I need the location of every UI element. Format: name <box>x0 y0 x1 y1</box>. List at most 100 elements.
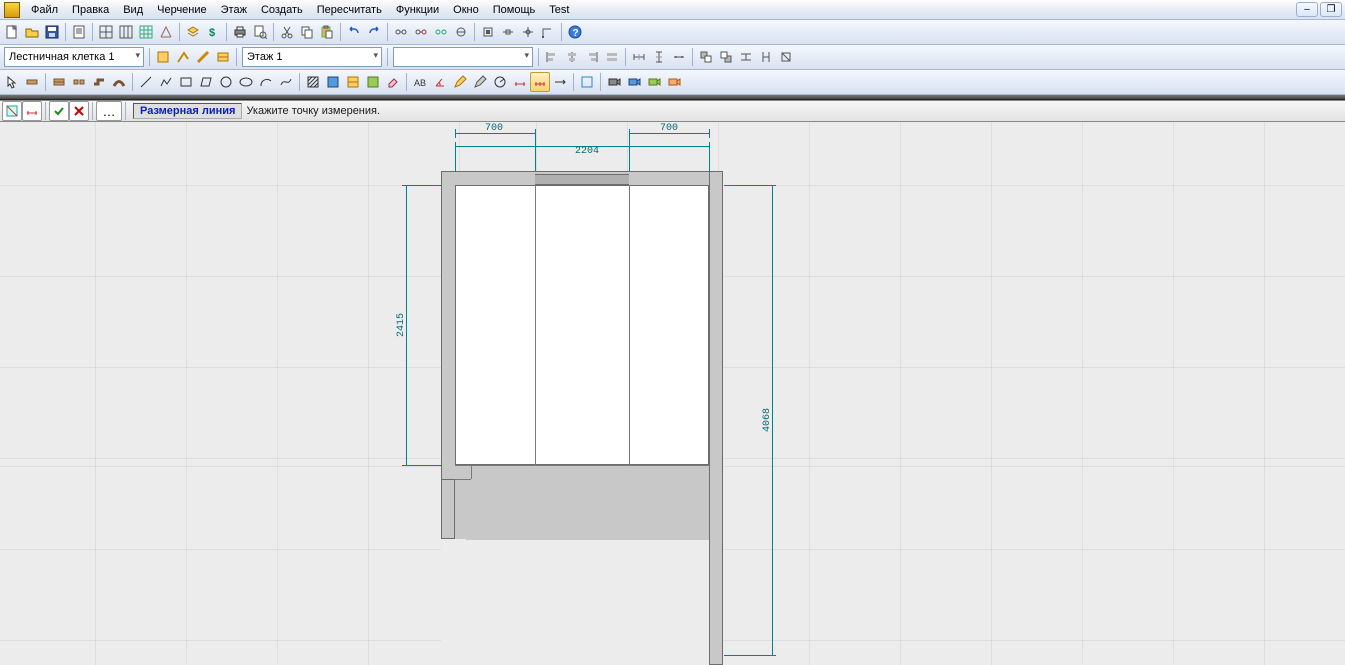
empty-combo[interactable] <box>393 47 533 67</box>
snap-d-icon[interactable] <box>538 22 558 42</box>
snap-c-icon[interactable] <box>518 22 538 42</box>
wall-tool-d-icon[interactable] <box>89 72 109 92</box>
hint-opt-b-icon[interactable] <box>22 101 42 121</box>
dim-tool-c-icon[interactable] <box>550 72 570 92</box>
help-icon[interactable]: ? <box>565 22 585 42</box>
arrange-d-icon[interactable] <box>756 47 776 67</box>
para-tool-icon[interactable] <box>196 72 216 92</box>
hint-confirm-icon[interactable] <box>49 101 69 121</box>
redo-icon[interactable] <box>364 22 384 42</box>
hatch-tool-icon[interactable] <box>303 72 323 92</box>
dim-tool-a-icon[interactable] <box>510 72 530 92</box>
menu-draw[interactable]: Черчение <box>150 0 214 19</box>
circle-dim-icon[interactable] <box>490 72 510 92</box>
link-b-icon[interactable] <box>411 22 431 42</box>
grid-a-icon[interactable] <box>96 22 116 42</box>
spline-tool-icon[interactable] <box>276 72 296 92</box>
copy-icon[interactable] <box>297 22 317 42</box>
dist-b-icon[interactable] <box>649 47 669 67</box>
ellipse-tool-icon[interactable] <box>236 72 256 92</box>
arrange-c-icon[interactable] <box>736 47 756 67</box>
cut-icon[interactable] <box>277 22 297 42</box>
grid-c-icon[interactable] <box>136 22 156 42</box>
layer-opt-b-icon[interactable] <box>173 47 193 67</box>
layer-opt-c-icon[interactable] <box>193 47 213 67</box>
menu-help[interactable]: Помощь <box>486 0 543 19</box>
grid-b-icon[interactable] <box>116 22 136 42</box>
arrange-b-icon[interactable] <box>716 47 736 67</box>
menu-file[interactable]: Файл <box>24 0 65 19</box>
menu-test[interactable]: Test <box>542 0 576 19</box>
print-icon[interactable] <box>230 22 250 42</box>
arrange-e-icon[interactable] <box>776 47 796 67</box>
align-center-icon[interactable] <box>562 47 582 67</box>
circle-tool-icon[interactable] <box>216 72 236 92</box>
link-d-icon[interactable] <box>451 22 471 42</box>
new-file-icon[interactable] <box>2 22 22 42</box>
camera-b-icon[interactable] <box>624 72 644 92</box>
menu-floor[interactable]: Этаж <box>214 0 254 19</box>
menu-create[interactable]: Создать <box>254 0 310 19</box>
menu-window[interactable]: Окно <box>446 0 486 19</box>
menu-recalc[interactable]: Пересчитать <box>310 0 389 19</box>
arrange-a-icon[interactable] <box>696 47 716 67</box>
layer-opt-a-icon[interactable] <box>153 47 173 67</box>
camera-d-icon[interactable] <box>664 72 684 92</box>
money-icon[interactable]: $ <box>203 22 223 42</box>
wall-tool-c-icon[interactable] <box>69 72 89 92</box>
angle-tool-icon[interactable] <box>430 72 450 92</box>
layer-opt-d-icon[interactable] <box>213 47 233 67</box>
undo-icon[interactable] <box>344 22 364 42</box>
svg-text:AB: AB <box>414 78 426 88</box>
snap-b-icon[interactable] <box>498 22 518 42</box>
layer-combo[interactable]: Лестничная клетка 1 <box>4 47 144 67</box>
fill-tool-icon[interactable] <box>323 72 343 92</box>
menu-edit[interactable]: Правка <box>65 0 116 19</box>
select-icon[interactable] <box>2 72 22 92</box>
camera-c-icon[interactable] <box>644 72 664 92</box>
line-tool-icon[interactable] <box>136 72 156 92</box>
print-preview-icon[interactable] <box>250 22 270 42</box>
hint-more-icon[interactable]: … <box>96 101 122 121</box>
floor-combo[interactable]: Этаж 1 <box>242 47 382 67</box>
pencil-b-icon[interactable] <box>470 72 490 92</box>
window-restore-icon[interactable]: ❐ <box>1320 2 1342 17</box>
dist-c-icon[interactable] <box>669 47 689 67</box>
grid-d-icon[interactable] <box>156 22 176 42</box>
menu-functions[interactable]: Функции <box>389 0 446 19</box>
dim-top-span-tick-r <box>709 142 710 172</box>
align-right-icon[interactable] <box>582 47 602 67</box>
snap-a-icon[interactable] <box>478 22 498 42</box>
open-file-icon[interactable] <box>22 22 42 42</box>
view-a-icon[interactable] <box>577 72 597 92</box>
menu-view[interactable]: Вид <box>116 0 150 19</box>
align-just-icon[interactable] <box>602 47 622 67</box>
pline-tool-icon[interactable] <box>156 72 176 92</box>
dim-top-left-tick-l <box>455 129 456 138</box>
wall-tool-b-icon[interactable] <box>49 72 69 92</box>
hatch2-tool-icon[interactable] <box>343 72 363 92</box>
dim-tool-b-icon[interactable] <box>530 72 550 92</box>
properties-icon[interactable] <box>69 22 89 42</box>
link-a-icon[interactable] <box>391 22 411 42</box>
layers-icon[interactable] <box>183 22 203 42</box>
hint-opt-a-icon[interactable] <box>2 101 22 121</box>
erase-tool-icon[interactable] <box>383 72 403 92</box>
camera-a-icon[interactable] <box>604 72 624 92</box>
wall-tool-a-icon[interactable] <box>22 72 42 92</box>
pencil-a-icon[interactable] <box>450 72 470 92</box>
link-c-icon[interactable] <box>431 22 451 42</box>
wall-tool-e-icon[interactable] <box>109 72 129 92</box>
window-minimize-icon[interactable]: – <box>1296 2 1318 17</box>
arc-tool-icon[interactable] <box>256 72 276 92</box>
rect-tool-icon[interactable] <box>176 72 196 92</box>
plan-guide-b <box>629 185 630 465</box>
align-left-icon[interactable] <box>542 47 562 67</box>
hint-cancel-icon[interactable] <box>69 101 89 121</box>
paste-icon[interactable] <box>317 22 337 42</box>
save-file-icon[interactable] <box>42 22 62 42</box>
dist-a-icon[interactable] <box>629 47 649 67</box>
text-tool-icon[interactable]: AB <box>410 72 430 92</box>
drawing-canvas[interactable]: 2204 700 700 2415 4068 <box>0 122 1345 665</box>
fill2-tool-icon[interactable] <box>363 72 383 92</box>
